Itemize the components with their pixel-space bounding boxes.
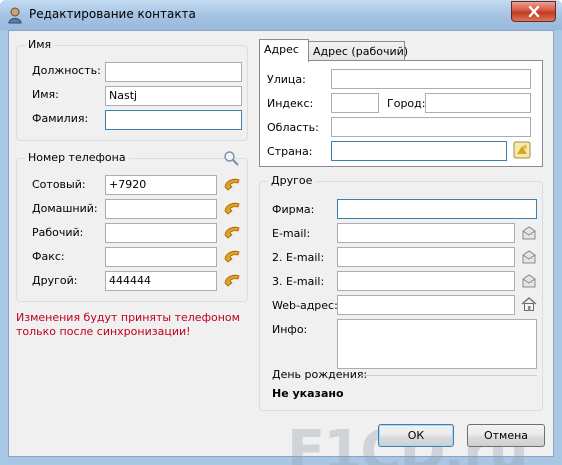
contact-app-icon xyxy=(8,7,22,24)
close-icon xyxy=(528,6,539,17)
call-mobile-icon[interactable] xyxy=(223,177,241,191)
street-label: Улица: xyxy=(267,73,306,86)
region-input[interactable] xyxy=(331,117,531,137)
country-input[interactable] xyxy=(331,141,507,161)
home-phone-input[interactable] xyxy=(105,199,217,219)
close-button[interactable] xyxy=(511,1,556,22)
birthday-label: День рождения: xyxy=(272,368,368,381)
name-group-title: Имя xyxy=(25,38,55,51)
call-other-icon[interactable] xyxy=(223,273,241,287)
email-label: E-mail: xyxy=(272,227,311,240)
title-bar[interactable]: Редактирование контакта xyxy=(0,0,562,30)
info-label: Инфо: xyxy=(272,323,308,336)
sync-warning: Изменения будут приняты телефоном только… xyxy=(16,311,240,338)
index-input[interactable] xyxy=(331,93,379,113)
call-fax-icon[interactable] xyxy=(223,249,241,263)
home-page-icon[interactable] xyxy=(521,296,537,312)
last-name-label: Фамилия: xyxy=(32,112,89,125)
email-envelope-icon[interactable] xyxy=(521,225,537,241)
call-home-icon[interactable] xyxy=(223,201,241,215)
work-phone-label: Рабочий: xyxy=(32,226,84,239)
mobile-label: Сотовый: xyxy=(32,178,86,191)
email2-label: 2. E-mail: xyxy=(272,251,325,264)
company-input[interactable] xyxy=(337,199,537,219)
tab-address[interactable]: Адрес xyxy=(259,39,309,62)
window-title: Редактирование контакта xyxy=(29,7,196,21)
web-label: Web-адрес: xyxy=(272,299,338,312)
info-textarea[interactable] xyxy=(337,319,537,369)
first-name-label: Имя: xyxy=(32,88,59,101)
last-name-input[interactable] xyxy=(105,110,242,130)
dialog-body: Имя Должность: Имя: Nastj Фамилия: Номер… xyxy=(8,30,554,465)
other-phone-input[interactable]: 444444 xyxy=(105,271,217,291)
email3-input[interactable] xyxy=(337,271,515,291)
city-input[interactable] xyxy=(425,93,531,113)
fax-input[interactable] xyxy=(105,247,217,267)
birthday-divider xyxy=(361,375,537,376)
country-label: Страна: xyxy=(267,145,313,158)
globe-icon[interactable] xyxy=(513,141,531,159)
call-work-icon[interactable] xyxy=(223,225,241,239)
mobile-input[interactable]: +7920 xyxy=(105,175,217,195)
email2-envelope-icon[interactable] xyxy=(521,249,537,265)
email-input[interactable] xyxy=(337,223,515,243)
region-label: Область: xyxy=(267,121,319,134)
first-name-input[interactable]: Nastj xyxy=(105,86,242,106)
web-input[interactable] xyxy=(337,295,515,315)
city-label: Город: xyxy=(387,97,426,110)
search-icon[interactable] xyxy=(223,150,239,166)
email2-input[interactable] xyxy=(337,247,515,267)
phone-group-title: Номер телефона xyxy=(25,151,129,164)
work-phone-input[interactable] xyxy=(105,223,217,243)
email3-label: 3. E-mail: xyxy=(272,275,325,288)
street-input[interactable] xyxy=(331,69,531,89)
fax-label: Факс: xyxy=(32,250,65,263)
cancel-button[interactable]: Отмена xyxy=(467,424,545,447)
position-label: Должность: xyxy=(32,64,101,77)
other-phone-label: Другой: xyxy=(32,274,78,287)
home-phone-label: Домашний: xyxy=(32,202,98,215)
email3-envelope-icon[interactable] xyxy=(521,273,537,289)
index-label: Индекс: xyxy=(267,97,314,110)
position-input[interactable] xyxy=(105,62,242,82)
dialog-window: Редактирование контакта Имя Должность: И… xyxy=(0,0,562,465)
tab-work-address[interactable]: Адрес (рабочий) xyxy=(308,41,408,61)
birthday-value: Не указано xyxy=(272,387,344,400)
other-group-title: Другое xyxy=(268,174,316,187)
company-label: Фирма: xyxy=(272,203,315,216)
ok-button[interactable]: ОК xyxy=(378,424,454,447)
